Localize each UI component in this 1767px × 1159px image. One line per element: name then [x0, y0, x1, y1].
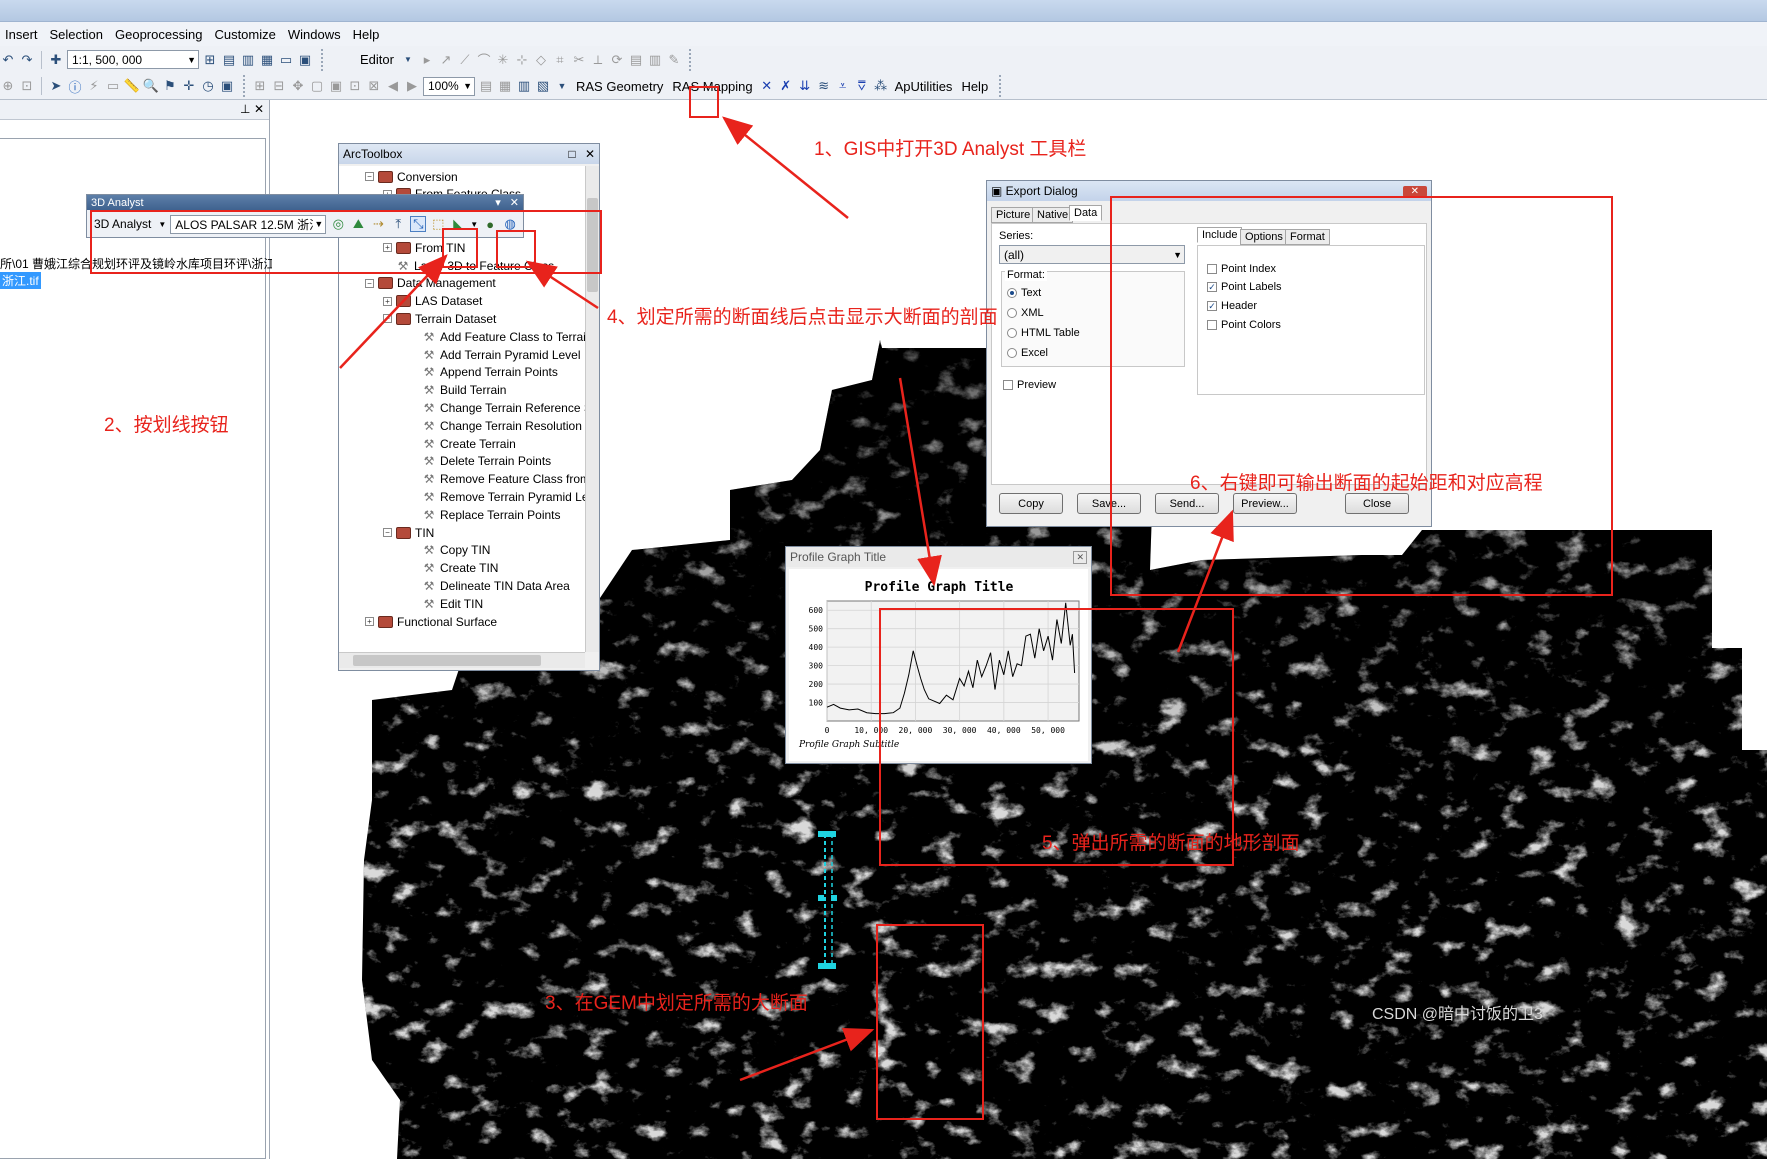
arrow-step-5	[898, 377, 942, 587]
annotation-step-4: 4、划定所需的断面线后点击显示大断面的剖面	[607, 307, 998, 328]
annotation-step-6: 6、右键即可输出断面的起始距和对应高程	[1190, 473, 1543, 494]
highlight-profile-graph	[496, 230, 536, 268]
annotation-step-2: 2、按划线按钮	[104, 415, 229, 436]
arrow-step-3	[739, 1028, 875, 1082]
annotation-step-5: 5、弹出所需的断面的地形剖面	[1042, 833, 1300, 854]
highlight-export-dialog	[1110, 196, 1613, 596]
highlight-section-line	[876, 924, 984, 1120]
annotation-step-1: 1、GIS中打开3D Analyst 工具栏	[814, 139, 1087, 160]
highlight-interpolate-line	[442, 228, 478, 268]
watermark: CSDN @暗中讨饭的卫3	[1372, 1006, 1543, 1023]
highlight-toolbar-options	[689, 86, 719, 118]
arrow-step-1	[722, 116, 849, 219]
annotation-step-3: 3、在GEM中划定所需的大断面	[545, 993, 808, 1014]
